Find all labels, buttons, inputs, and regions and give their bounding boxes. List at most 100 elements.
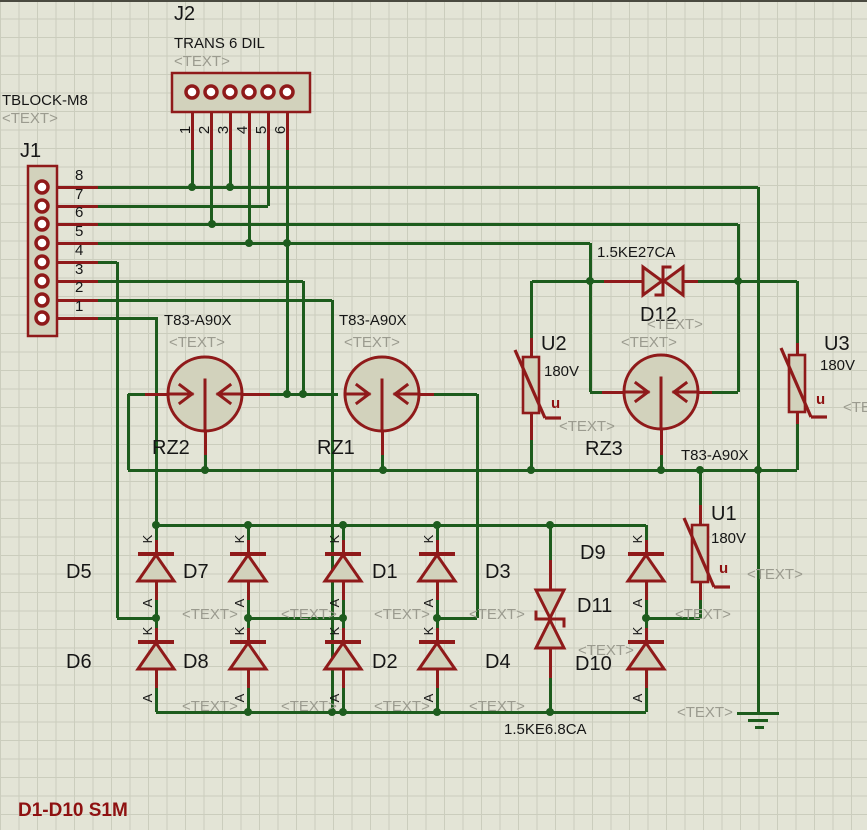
d5-diode[interactable] (138, 554, 174, 581)
diode-text-1[interactable]: <TEXT> (182, 607, 238, 623)
rz2-text-placeholder[interactable]: <TEXT> (169, 335, 225, 351)
d8-diode[interactable] (230, 642, 266, 669)
rz3-arrester[interactable] (624, 355, 698, 429)
u2-value[interactable]: 180V (544, 364, 579, 380)
connector-pin[interactable] (36, 218, 48, 230)
u3-text-placeholder[interactable]: <TEXT> (843, 400, 867, 416)
connector-pin[interactable] (243, 86, 255, 98)
j2-text-placeholder[interactable]: <TEXT> (174, 54, 230, 70)
wire-junction-dot (586, 277, 594, 285)
j1-pin7-number: 7 (75, 187, 83, 203)
d11-ref[interactable]: D11 (577, 596, 612, 617)
u3-ref[interactable]: U3 (824, 334, 850, 355)
diode-text-5[interactable]: <TEXT> (675, 607, 731, 623)
wire-junction-dot (244, 708, 252, 716)
u2-text-placeholder[interactable]: <TEXT> (559, 419, 615, 435)
connector-pin[interactable] (36, 256, 48, 268)
d12-text-placeholder-1[interactable]: <TEXT> (647, 317, 703, 333)
d6-ref[interactable]: D6 (66, 652, 92, 673)
d10-text-placeholder[interactable]: <TEXT> (578, 643, 634, 659)
d4-ref[interactable]: D4 (485, 652, 511, 673)
j1-ref[interactable]: J1 (20, 141, 41, 162)
connector-pin[interactable] (224, 86, 236, 98)
u1-text-placeholder[interactable]: <TEXT> (747, 567, 803, 583)
connector-pin[interactable] (205, 86, 217, 98)
d5-ref[interactable]: D5 (66, 562, 92, 583)
d9-diode[interactable] (628, 554, 664, 581)
j1-text-placeholder[interactable]: <TEXT> (2, 111, 58, 127)
u2-ref[interactable]: U2 (541, 334, 567, 355)
rz2-value[interactable]: T83-A90X (164, 313, 232, 329)
d4-a-label: A (422, 687, 440, 709)
connector-pin[interactable] (36, 237, 48, 249)
rz2-arrester[interactable] (168, 357, 242, 431)
d7-k-label: K (233, 528, 251, 550)
d6-diode[interactable] (138, 642, 174, 669)
j1-connector[interactable] (28, 166, 57, 336)
connector-pin[interactable] (281, 86, 293, 98)
d5-a-label: A (141, 592, 159, 614)
j2-ref[interactable]: J2 (174, 4, 195, 25)
d7-a-label: A (233, 592, 251, 614)
u1-value[interactable]: 180V (711, 531, 746, 547)
diode-text-6[interactable]: <TEXT> (182, 699, 238, 715)
connector-pin[interactable] (36, 181, 48, 193)
j1-pin3-number: 3 (75, 262, 83, 278)
diode-text-4[interactable]: <TEXT> (469, 607, 525, 623)
connector-pin[interactable] (36, 275, 48, 287)
u2-varistor-mark: u (551, 396, 560, 412)
wire-junction-dot (527, 466, 535, 474)
j1-pin6-number: 6 (75, 205, 83, 221)
j1-value[interactable]: TBLOCK-M8 (2, 93, 88, 109)
j2-connector[interactable] (172, 73, 310, 112)
d2-ref[interactable]: D2 (372, 652, 398, 673)
rz3-value[interactable]: T83-A90X (681, 448, 749, 464)
d2-diode[interactable] (325, 642, 361, 669)
wire-junction-dot (339, 708, 347, 716)
connector-pin[interactable] (36, 312, 48, 324)
d1-k-label: K (328, 528, 346, 550)
u3-value[interactable]: 180V (820, 358, 855, 374)
rz2-ref[interactable]: RZ2 (152, 438, 190, 459)
d11-value[interactable]: 1.5KE6.8CA (504, 722, 587, 738)
j2-pin6-number: 6 (273, 119, 291, 141)
d10-a-label: A (631, 687, 649, 709)
j2-pin3-number: 3 (216, 119, 234, 141)
u1-varistor-mark: u (719, 561, 728, 577)
wire-junction-dot (546, 521, 554, 529)
d7-diode[interactable] (230, 554, 266, 581)
d7-ref[interactable]: D7 (183, 562, 209, 583)
d8-k-label: K (233, 620, 251, 642)
d9-ref[interactable]: D9 (580, 543, 606, 564)
sheet-note[interactable]: D1-D10 S1M (18, 801, 128, 821)
rz1-ref[interactable]: RZ1 (317, 438, 355, 459)
rz3-ref[interactable]: RZ3 (585, 439, 623, 460)
rz1-text-placeholder[interactable]: <TEXT> (344, 335, 400, 351)
connector-pin[interactable] (36, 200, 48, 212)
ground-text-placeholder[interactable]: <TEXT> (677, 705, 733, 721)
u1-ref[interactable]: U1 (711, 504, 737, 525)
d11-tvs-diode[interactable] (536, 590, 564, 648)
rz1-value[interactable]: T83-A90X (339, 313, 407, 329)
wire-junction-dot (188, 183, 196, 191)
d3-ref[interactable]: D3 (485, 562, 511, 583)
j1-pin5-number: 5 (75, 224, 83, 240)
j2-pin2-number: 2 (197, 119, 215, 141)
d4-diode[interactable] (419, 642, 455, 669)
d9-k-label: K (631, 528, 649, 550)
wire-junction-dot (657, 466, 665, 474)
connector-pin[interactable] (36, 294, 48, 306)
d12-value[interactable]: 1.5KE27CA (597, 245, 675, 261)
d8-ref[interactable]: D8 (183, 652, 209, 673)
rz1-arrester[interactable] (345, 357, 419, 431)
d3-diode[interactable] (419, 554, 455, 581)
connector-pin[interactable] (186, 86, 198, 98)
d12-tvs-diode[interactable] (643, 267, 683, 295)
diode-text-9[interactable]: <TEXT> (469, 699, 525, 715)
d1-diode[interactable] (325, 554, 361, 581)
connector-pin[interactable] (262, 86, 274, 98)
d2-k-label: K (328, 620, 346, 642)
d12-text-placeholder-2[interactable]: <TEXT> (621, 335, 677, 351)
j2-value[interactable]: TRANS 6 DIL (174, 36, 265, 52)
d1-ref[interactable]: D1 (372, 562, 398, 583)
